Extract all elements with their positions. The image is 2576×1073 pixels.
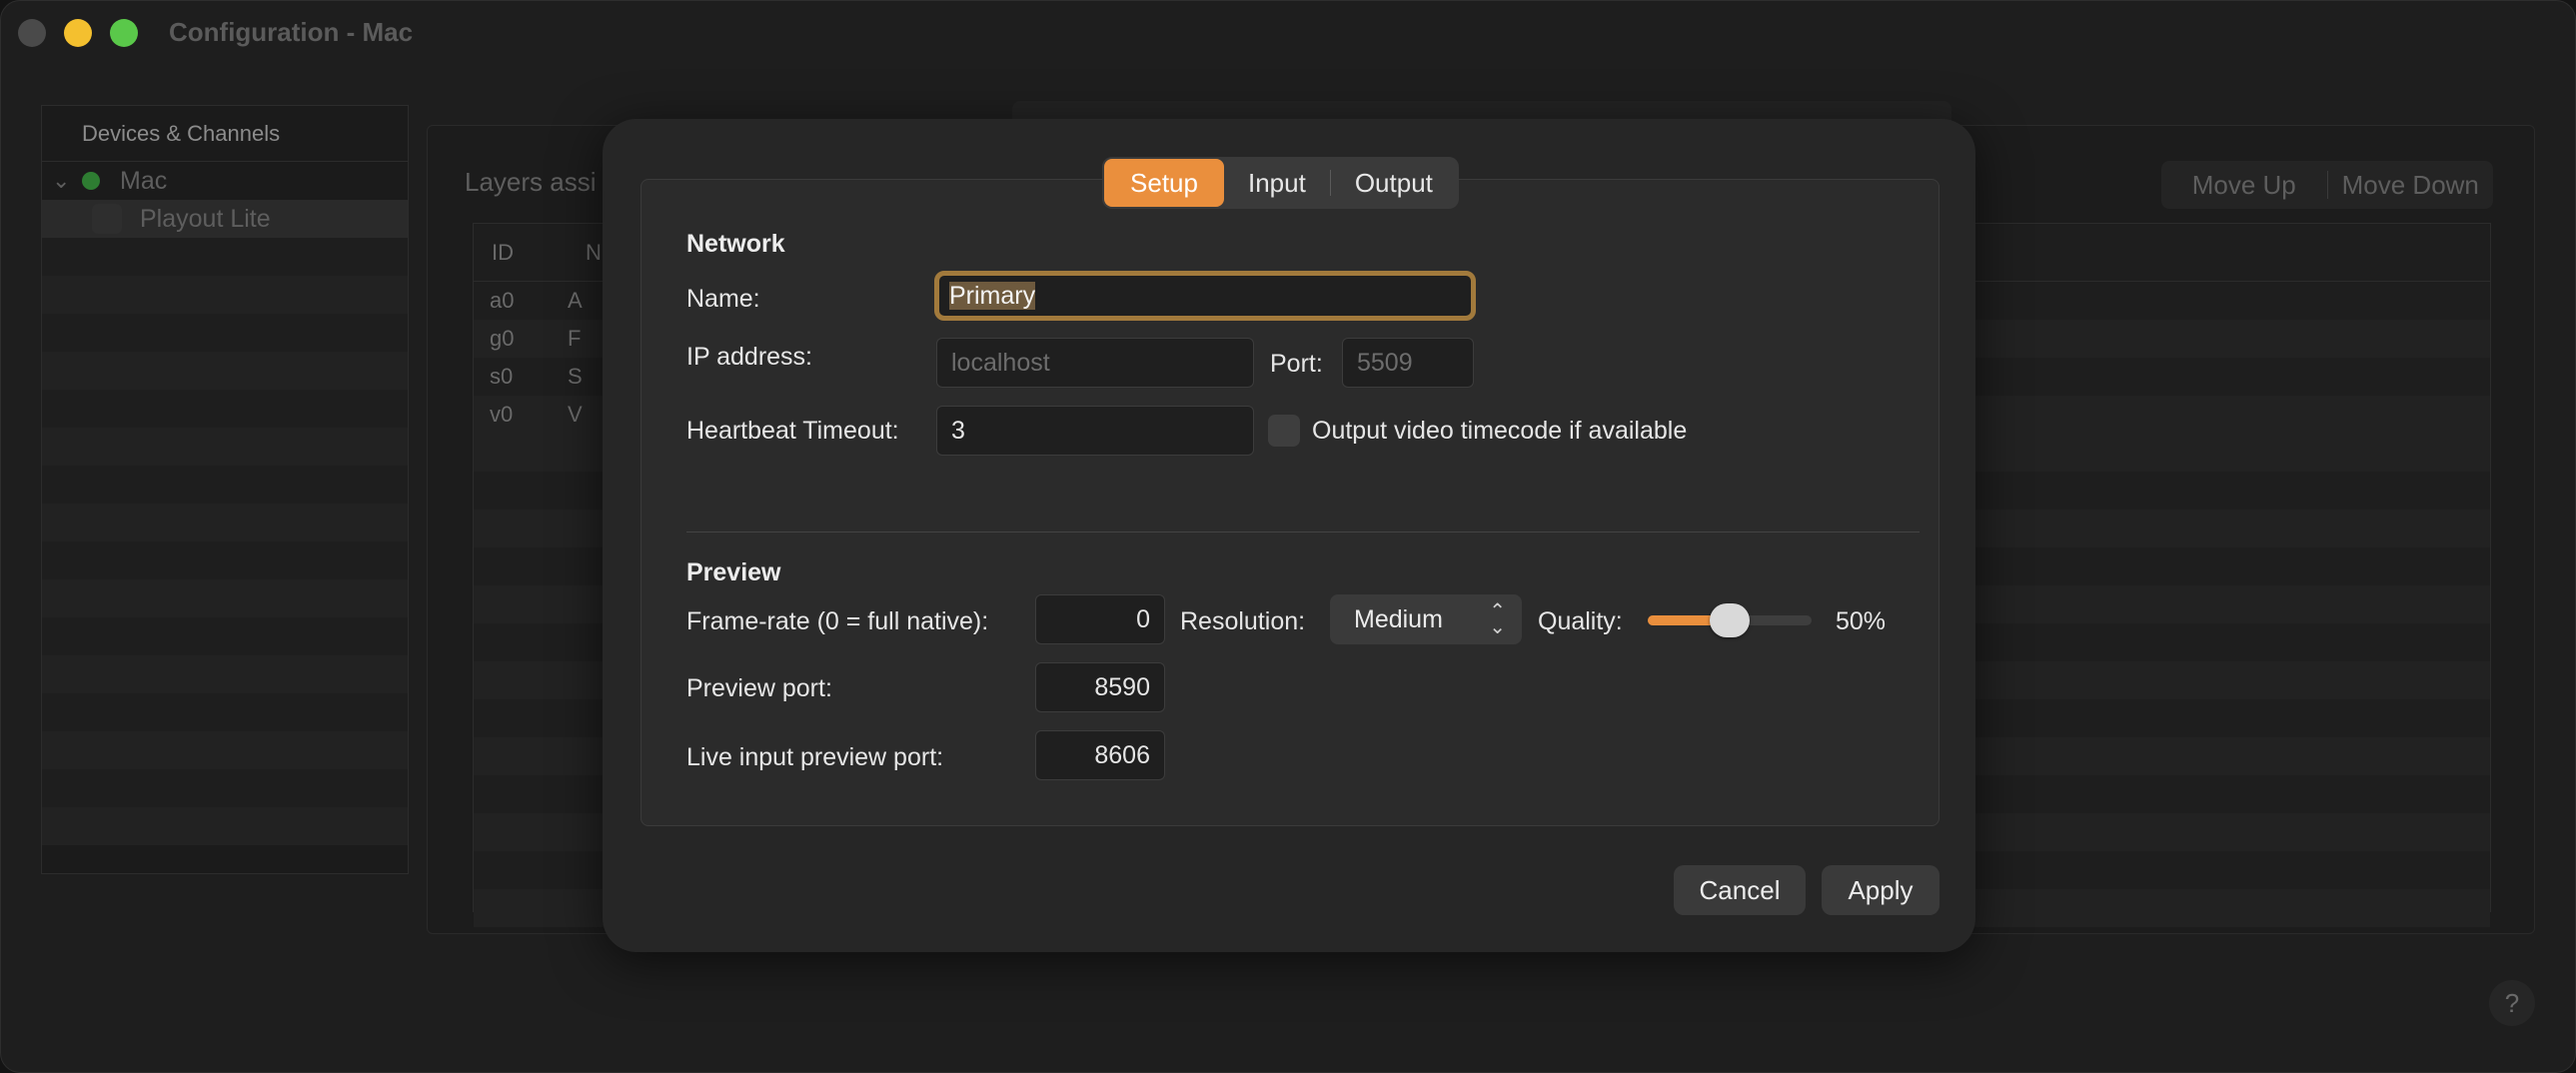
heartbeat-timeout-label: Heartbeat Timeout: [686,417,899,445]
channel-name: Playout Lite [140,204,271,233]
app-window: Configuration - Mac Devices & Channels ⌄… [0,0,2576,1073]
move-up-button[interactable]: Move Up [2161,170,2327,201]
channel-icon [92,204,122,234]
quality-slider[interactable] [1648,603,1812,637]
ip-address-input[interactable] [936,338,1254,388]
move-button-group: Move Up Move Down [2161,161,2493,209]
preview-section-title: Preview [686,558,781,586]
tab-setup[interactable]: Setup [1104,159,1224,207]
name-label: Name: [686,285,760,313]
live-preview-port-input[interactable] [1035,730,1165,780]
column-header-id[interactable]: ID [474,240,568,266]
tab-output[interactable]: Output [1331,159,1457,207]
quality-label: Quality: [1538,607,1623,635]
tab-input[interactable]: Input [1224,159,1330,207]
sidebar-empty-rows [42,238,408,845]
chevron-down-icon[interactable]: ⌄ [52,168,82,194]
resolution-select[interactable]: Medium ⌃ ⌄ [1330,594,1522,644]
heartbeat-timeout-input[interactable] [936,406,1254,456]
window-title: Configuration - Mac [169,17,414,47]
resolution-value: Medium [1354,604,1443,633]
quality-slider-knob[interactable] [1710,603,1750,637]
minimize-window-button[interactable] [64,19,92,47]
title-bar: Configuration - Mac [1,1,2575,65]
channel-setup-dialog: Setup Input Output [603,119,1975,952]
ip-address-label: IP address: [686,343,813,371]
framerate-input[interactable] [1035,594,1165,644]
up-down-chevron-icon: ⌃ ⌄ [1489,600,1506,638]
preview-port-label: Preview port: [686,674,832,702]
device-name: Mac [120,166,168,195]
sidebar-header: Devices & Channels [42,106,408,162]
status-dot-icon [82,172,100,190]
sidebar-item-channel[interactable]: Playout Lite [42,200,408,238]
network-section-title: Network [686,230,785,258]
quality-value: 50% [1836,607,1887,635]
move-down-button[interactable]: Move Down [2328,170,2494,201]
devices-sidebar: Devices & Channels ⌄ Mac Playout Lite [41,105,409,874]
apply-button[interactable]: Apply [1822,865,1939,915]
zoom-window-button[interactable] [110,19,138,47]
name-field[interactable]: Primary [934,271,1476,321]
close-window-button[interactable] [18,19,46,47]
live-preview-port-label: Live input preview port: [686,743,944,771]
column-header-name[interactable]: N [568,240,602,266]
section-divider [686,532,1920,533]
timecode-checkbox[interactable] [1268,415,1300,447]
dialog-tab-bar: Setup Input Output [1102,157,1459,209]
port-input[interactable] [1342,338,1474,388]
preview-port-input[interactable] [1035,662,1165,712]
framerate-label: Frame-rate (0 = full native): [686,607,989,635]
sidebar-item-device[interactable]: ⌄ Mac [42,162,408,200]
cancel-button[interactable]: Cancel [1674,865,1806,915]
layers-section-label: Layers assi [465,167,597,197]
resolution-label: Resolution: [1180,607,1306,635]
timecode-label: Output video timecode if available [1312,417,1688,445]
port-label: Port: [1270,350,1323,378]
help-button[interactable]: ? [2489,980,2535,1026]
